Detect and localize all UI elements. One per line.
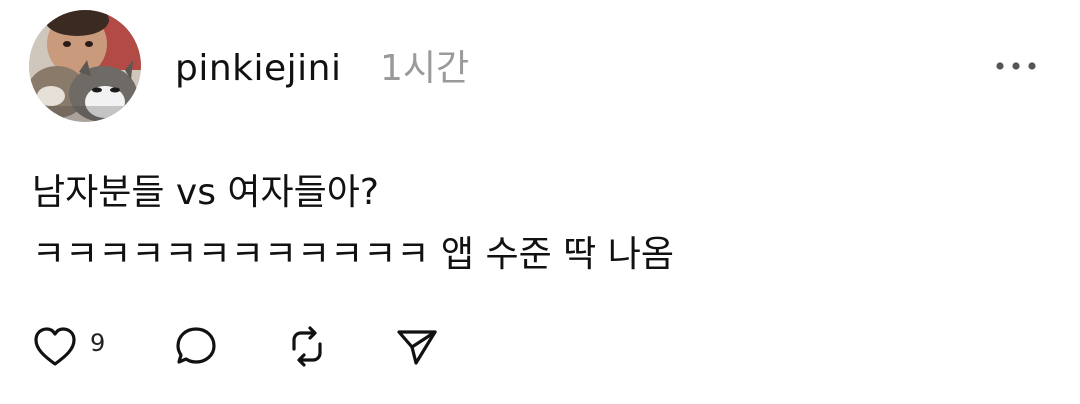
avatar-image — [29, 10, 141, 122]
post-content: 남자분들 vs 여자들아? ㅋㅋㅋㅋㅋㅋㅋㅋㅋㅋㅋㅋ 앱 수준 딱 나옴 — [32, 162, 1032, 286]
avatar[interactable] — [29, 10, 141, 122]
like-count: 9 — [90, 329, 106, 357]
more-options-button[interactable] — [992, 52, 1040, 80]
post-content-line: ㅋㅋㅋㅋㅋㅋㅋㅋㅋㅋㅋㅋ 앱 수준 딱 나옴 — [32, 234, 674, 275]
username[interactable]: pinkiejini — [175, 47, 342, 91]
post-content-line: 남자분들 vs 여자들아? — [32, 172, 380, 213]
comment-icon — [176, 327, 216, 364]
share-button[interactable] — [392, 322, 442, 372]
repost-button[interactable] — [282, 322, 332, 372]
send-icon — [397, 330, 437, 365]
timestamp: 1시간 — [380, 48, 470, 89]
reply-button[interactable] — [172, 322, 222, 372]
more-horizontal-icon — [996, 62, 1036, 70]
repost-icon — [292, 326, 322, 367]
heart-icon — [34, 327, 76, 366]
thread-post: pinkiejini 1시간 남자분들 vs 여자들아? ㅋㅋㅋㅋㅋㅋㅋㅋㅋㅋㅋ… — [0, 0, 1080, 404]
like-button[interactable]: 9 — [30, 322, 110, 372]
